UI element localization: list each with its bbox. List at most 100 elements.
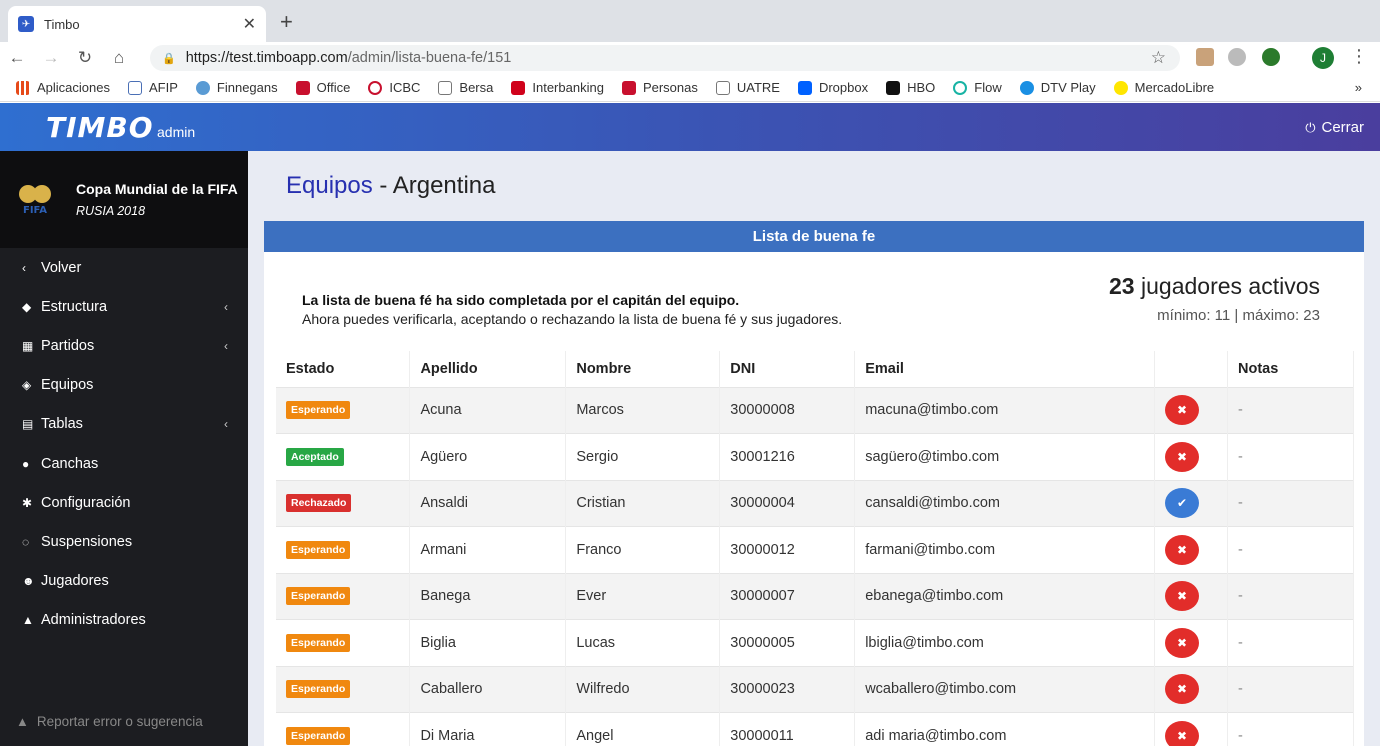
reject-button[interactable]: ✖: [1165, 395, 1200, 426]
users-icon: ☻: [22, 574, 35, 589]
bookmark-flow[interactable]: Flow: [953, 80, 1002, 95]
cell-email: cansaldi@timbo.com: [854, 479, 1156, 527]
browser-menu-icon[interactable]: ⋮: [1350, 46, 1368, 67]
bookmark-interbanking[interactable]: Interbanking: [511, 80, 604, 95]
table-row: Esperando Biglia Lucas 30000005 lbiglia@…: [276, 619, 1354, 666]
sidebar-item-estructura[interactable]: ◆ Estructura ‹: [0, 287, 248, 326]
power-icon: ⏻: [1305, 119, 1316, 135]
page-title: Equipos - Argentina: [286, 172, 495, 200]
reject-button[interactable]: ✖: [1165, 441, 1200, 472]
extension-off-icon[interactable]: [1196, 48, 1214, 66]
cell-apellido: Ansaldi: [409, 479, 567, 527]
sidebar-item-equipos[interactable]: ◈ Equipos: [0, 366, 248, 405]
table-row: Esperando Di Maria Angel 30000011 adi ma…: [276, 712, 1354, 746]
instruction-message: Ahora puedes verificarla, aceptando o re…: [302, 311, 843, 327]
status-badge: Esperando: [286, 587, 351, 606]
bookmark-label: MercadoLibre: [1134, 80, 1215, 95]
status-badge: Esperando: [286, 727, 351, 745]
tab-title: Timbo: [44, 16, 80, 32]
column-header-estado[interactable]: Estado: [276, 351, 411, 387]
column-header-apellido[interactable]: Apellido: [409, 351, 567, 387]
active-count-label: jugadores activos: [1134, 273, 1320, 299]
close-icon[interactable]: ✕: [243, 14, 256, 34]
sidebar-item-tablas[interactable]: ▤ Tablas ‹: [0, 405, 248, 444]
column-header-email[interactable]: Email: [854, 351, 1156, 387]
reject-button[interactable]: ✖: [1165, 534, 1200, 565]
address-bar[interactable]: 🔒 https://test.timboapp.com/admin/lista-…: [150, 45, 1180, 71]
sidebar-item-label: Volver: [41, 259, 82, 276]
bookmark-apps[interactable]: Aplicaciones: [16, 80, 110, 95]
column-header-dni[interactable]: DNI: [719, 351, 856, 387]
sidebar-item-label: Tablas: [41, 416, 83, 433]
bookmark-uatre[interactable]: UATRE: [715, 80, 780, 95]
cell-nombre: Ever: [565, 572, 721, 620]
timbo-logo[interactable]: TIMBO: [46, 111, 154, 144]
apps-grid-icon: [16, 80, 30, 95]
bookmark-dropbox[interactable]: Dropbox: [797, 80, 868, 95]
accept-button[interactable]: ✔: [1165, 488, 1200, 519]
cloud-extension-icon[interactable]: [1228, 48, 1246, 66]
cell-apellido: Acuna: [409, 386, 567, 434]
sidebar-item-configuracion[interactable]: ✱ Configuración: [0, 483, 248, 522]
cell-dni: 30000007: [719, 572, 856, 620]
afip-icon: [128, 80, 142, 95]
profile-avatar[interactable]: J: [1312, 47, 1334, 69]
bookmark-label: Office: [316, 80, 351, 95]
user-icon: ▲: [22, 613, 34, 628]
bookmark-personas[interactable]: Personas: [621, 80, 698, 95]
reject-button[interactable]: ✖: [1165, 627, 1200, 658]
report-error-link[interactable]: ▲ Reportar error o sugerencia: [16, 714, 203, 729]
home-icon[interactable]: ⌂: [102, 48, 136, 68]
bookmark-bersa[interactable]: Bersa: [438, 80, 493, 95]
column-header-actions: [1154, 351, 1229, 387]
reload-icon[interactable]: ↻: [68, 48, 102, 68]
gear-icon: ✱: [22, 495, 33, 510]
cell-dni: 30000023: [719, 665, 856, 713]
table-row: Rechazado Ansaldi Cristian 30000004 cans…: [276, 479, 1354, 527]
panel-title: Lista de buena fe: [264, 221, 1364, 252]
dtv-icon: [1019, 80, 1034, 95]
sidebar-item-partidos[interactable]: ▦ Partidos ‹: [0, 326, 248, 365]
reject-button[interactable]: ✖: [1165, 674, 1200, 705]
column-header-notas[interactable]: Notas: [1227, 351, 1354, 387]
bookmark-afip[interactable]: AFIP: [128, 80, 178, 95]
forward-arrow-icon[interactable]: →: [34, 48, 68, 68]
cell-nombre: Lucas: [565, 619, 721, 666]
bookmark-dtv-play[interactable]: DTV Play: [1019, 80, 1096, 95]
bookmark-office[interactable]: Office: [295, 80, 351, 95]
page-icon: [715, 80, 730, 95]
active-players-count: 23 jugadores activos: [1109, 273, 1320, 300]
bookmark-icbc[interactable]: ICBC: [368, 80, 420, 95]
table-row: Esperando Caballero Wilfredo 30000023 wc…: [276, 665, 1354, 713]
status-badge: Esperando: [286, 633, 351, 652]
sidebar-item-canchas[interactable]: ● Canchas: [0, 444, 248, 483]
cell-nombre: Sergio: [565, 433, 721, 480]
map-marker-icon: ●: [22, 456, 30, 471]
mercadolibre-icon: [1113, 80, 1128, 95]
reject-button[interactable]: ✖: [1165, 581, 1200, 612]
column-header-nombre[interactable]: Nombre: [565, 351, 721, 387]
browser-tab[interactable]: ✈ Timbo ✕: [8, 6, 266, 42]
sidebar-item-administradores[interactable]: ▲ Administradores: [0, 601, 248, 640]
page-title-sub: - Argentina: [372, 172, 496, 199]
page-title-main: Equipos: [286, 172, 373, 199]
bookmark-hbo[interactable]: HBO: [886, 80, 935, 95]
sidebar-item-suspensiones[interactable]: ◌ Suspensiones: [0, 522, 248, 561]
back-arrow-icon[interactable]: ←: [0, 48, 34, 68]
sidebar-item-jugadores[interactable]: ☻ Jugadores: [0, 562, 248, 601]
url-path: /admin/lista-buena-fe/151: [347, 50, 512, 66]
extension-warning-icon[interactable]: [1262, 48, 1280, 66]
cell-apellido: Banega: [409, 572, 567, 620]
logout-button[interactable]: ⏻ Cerrar: [1305, 119, 1364, 136]
bookmark-label: Personas: [642, 80, 698, 95]
reject-button[interactable]: ✖: [1165, 721, 1200, 746]
bookmarks-more-icon[interactable]: »: [1355, 80, 1362, 95]
bookmark-star-icon[interactable]: ☆: [1151, 48, 1166, 68]
svg-text:FIFA: FIFA: [23, 205, 47, 215]
sidebar-item-volver[interactable]: ‹ Volver: [0, 248, 248, 287]
bookmark-mercadolibre[interactable]: MercadoLibre: [1113, 80, 1215, 95]
icbc-icon: [368, 80, 383, 95]
browser-tabbar: ✈ Timbo ✕ +: [0, 0, 1380, 42]
bookmark-finnegans[interactable]: Finnegans: [195, 80, 278, 95]
new-tab-icon[interactable]: +: [280, 9, 293, 35]
